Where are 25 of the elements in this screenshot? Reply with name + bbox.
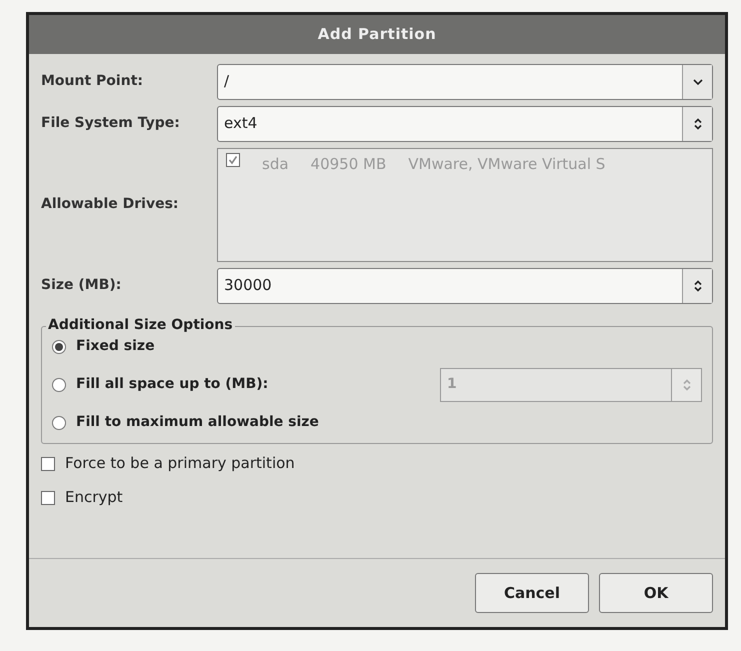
drive-name: sda	[262, 154, 289, 174]
radio-button[interactable]	[52, 340, 66, 354]
field-label: Allowable Drives:	[41, 195, 180, 214]
checkbox[interactable]	[41, 490, 55, 504]
size-spinbox[interactable]: 30000	[217, 268, 713, 304]
ok-button[interactable]: OK	[599, 573, 713, 613]
checkbox-label: Encrypt	[65, 487, 123, 508]
drive-model: VMware, VMware Virtual S	[408, 154, 606, 174]
radio-label: Fill to maximum allowable size	[76, 413, 319, 432]
window-title: Add Partition	[29, 15, 725, 54]
mount-point-combo[interactable]: /	[217, 64, 713, 100]
field-label: File System Type:	[41, 114, 181, 133]
radio-label: Fill all space up to (MB):	[76, 375, 268, 394]
field-label: Size (MB):	[41, 276, 122, 295]
field-label: Mount Point:	[41, 72, 144, 91]
spin-arrows-icon[interactable]	[692, 280, 702, 292]
radio-label: Fixed size	[76, 337, 155, 356]
drive-size: 40950 MB	[310, 154, 386, 174]
radio-button[interactable]	[52, 416, 66, 430]
cancel-button[interactable]: Cancel	[475, 573, 589, 613]
checkbox[interactable]	[41, 456, 55, 470]
file-system-select[interactable]: ext4	[217, 106, 713, 142]
updown-arrows-icon	[692, 118, 702, 130]
radio-button[interactable]	[52, 378, 66, 392]
checkbox-label: Force to be a primary partition	[65, 453, 295, 474]
